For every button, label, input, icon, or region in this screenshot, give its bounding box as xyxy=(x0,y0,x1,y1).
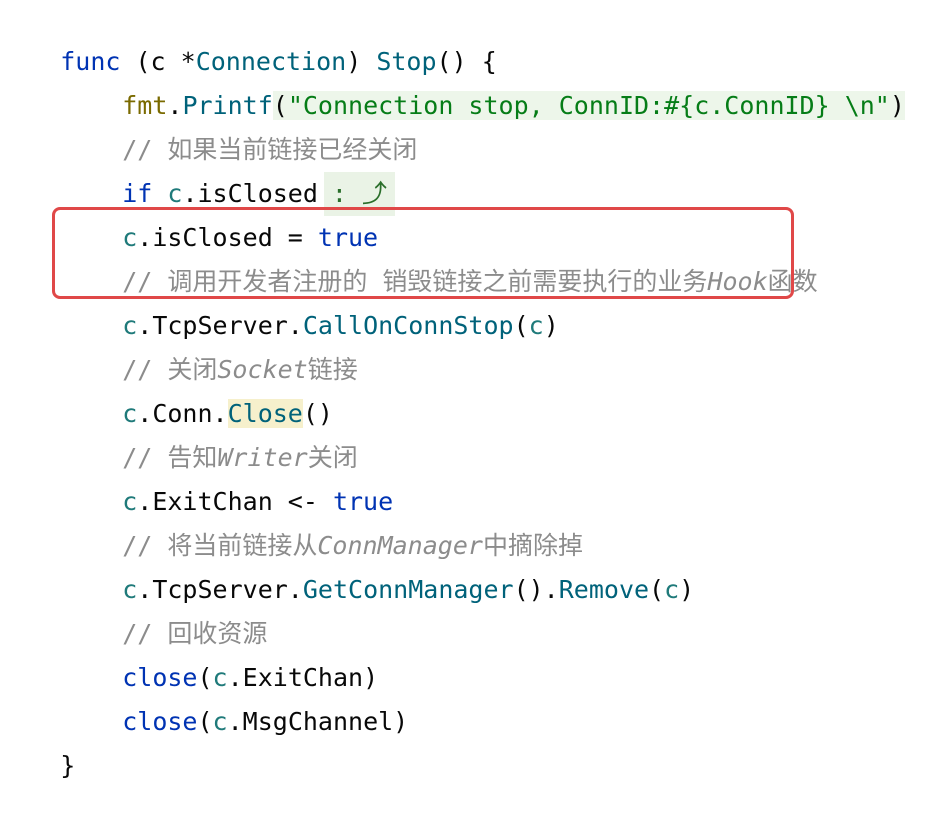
code-line-14[interactable]: // 回收资源 xyxy=(0,568,267,648)
paren-open: ( xyxy=(649,575,665,604)
paren-close: ) xyxy=(679,575,695,604)
code-line-13[interactable]: c.TcpServer.GetConnManager().Remove(c) xyxy=(0,524,694,604)
receiver-c: c xyxy=(212,707,228,736)
close-argument: .MsgChannel) xyxy=(227,707,409,736)
code-line-10[interactable]: // 告知Writer关闭 xyxy=(0,392,357,472)
code-editor[interactable]: func (c *Connection) Stop() { fmt.Printf… xyxy=(0,0,932,780)
code-line-2[interactable]: fmt.Printf("Connection stop, ConnID:#{c.… xyxy=(0,40,905,120)
paren-open: ( xyxy=(513,311,529,340)
builtin-close: close xyxy=(122,707,198,736)
highlight-box xyxy=(52,207,794,299)
code-line-9[interactable]: c.Conn.Close() xyxy=(0,348,333,428)
code-line-17[interactable]: } xyxy=(0,700,75,780)
code-line-1[interactable]: func (c *Connection) Stop() { xyxy=(0,0,497,76)
call-chain: (). xyxy=(513,575,559,604)
code-line-11[interactable]: c.ExitChan <- true xyxy=(0,436,393,516)
code-line-12[interactable]: // 将当前链接从ConnManager中摘除掉 xyxy=(0,480,583,560)
code-line-8[interactable]: // 关闭Socket链接 xyxy=(0,304,357,384)
paren-close: ) xyxy=(543,311,559,340)
code-line-16[interactable]: close(c.MsgChannel) xyxy=(0,656,408,736)
function-getconnmanager: GetConnManager xyxy=(302,575,514,604)
paren-close: ) xyxy=(889,91,905,120)
closing-brace: } xyxy=(60,751,76,780)
paren-open: ( xyxy=(197,707,213,736)
argument-c: c xyxy=(664,575,680,604)
argument-c: c xyxy=(528,311,544,340)
code-line-15[interactable]: close(c.ExitChan) xyxy=(0,612,378,692)
code-line-3[interactable]: // 如果当前链接已经关闭 xyxy=(0,84,417,164)
function-remove: Remove xyxy=(558,575,650,604)
code-line-4[interactable]: if c.isClosed: ⤴ xyxy=(0,128,396,216)
